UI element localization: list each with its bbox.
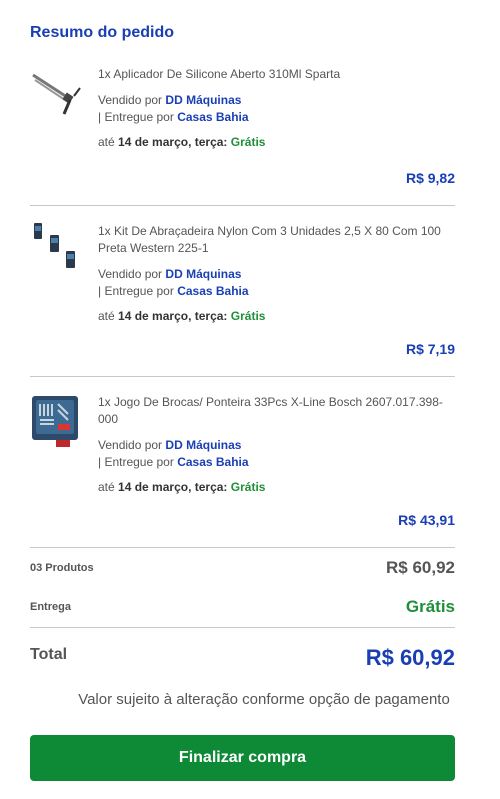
shipping-label: Entrega	[30, 601, 71, 613]
total-label: Total	[30, 646, 68, 663]
divider	[30, 205, 455, 206]
eta-line: até 14 de março, terça: Grátis	[98, 135, 266, 149]
item-price: R$ 43,91	[398, 512, 455, 528]
seller-link[interactable]: DD Máquinas	[165, 267, 241, 281]
seller-line: Vendido por DD Máquinas	[98, 438, 242, 452]
order-item: 1x Aplicador De Silicone Aberto 310Ml Sp…	[30, 66, 455, 188]
shipping-free-badge: Grátis	[230, 309, 266, 323]
shipping-free-badge: Grátis	[230, 135, 266, 149]
item-info: 1x Aplicador De Silicone Aberto 310Ml Sp…	[98, 66, 455, 151]
seller-link[interactable]: DD Máquinas	[165, 438, 241, 452]
deliverer-link[interactable]: Casas Bahia	[177, 110, 248, 124]
caulk-gun-icon	[30, 66, 84, 120]
delivery-line: | Entregue por Casas Bahia	[98, 110, 249, 124]
summary-title: Resumo do pedido	[30, 24, 174, 41]
shipping-free-badge: Grátis	[230, 480, 266, 494]
drill-bit-case-icon	[30, 394, 84, 448]
delivery-line: | Entregue por Casas Bahia	[98, 284, 249, 298]
seller-line: Vendido por DD Máquinas	[98, 93, 242, 107]
products-subtotal: R$ 60,92	[386, 558, 455, 577]
item-name: 1x Jogo De Brocas/ Ponteira 33Pcs X-Line…	[98, 395, 443, 426]
seller-link[interactable]: DD Máquinas	[165, 93, 241, 107]
eta-line: até 14 de março, terça: Grátis	[98, 480, 266, 494]
item-info: 1x Kit De Abraçadeira Nylon Com 3 Unidad…	[98, 223, 455, 325]
item-info: 1x Jogo De Brocas/ Ponteira 33Pcs X-Line…	[98, 394, 455, 496]
seller-line: Vendido por DD Máquinas	[98, 267, 242, 281]
divider	[30, 547, 455, 548]
divider	[30, 627, 455, 628]
total-value: R$ 60,92	[365, 645, 455, 670]
delivery-line: | Entregue por Casas Bahia	[98, 455, 249, 469]
item-name: 1x Kit De Abraçadeira Nylon Com 3 Unidad…	[98, 224, 441, 255]
checkout-button[interactable]: Finalizar compra	[30, 735, 455, 781]
products-count-label: 03 Produtos	[30, 562, 94, 574]
divider	[30, 376, 455, 377]
order-item: 1x Jogo De Brocas/ Ponteira 33Pcs X-Line…	[30, 394, 455, 530]
eta-line: até 14 de março, terça: Grátis	[98, 309, 266, 323]
deliverer-link[interactable]: Casas Bahia	[177, 455, 248, 469]
item-name: 1x Aplicador De Silicone Aberto 310Ml Sp…	[98, 67, 341, 81]
item-price: R$ 9,82	[405, 170, 455, 186]
deliverer-link[interactable]: Casas Bahia	[177, 284, 248, 298]
order-item: 1x Kit De Abraçadeira Nylon Com 3 Unidad…	[30, 223, 455, 359]
cable-tie-packs-icon	[30, 223, 84, 277]
shipping-value: Grátis	[405, 597, 455, 616]
item-price: R$ 7,19	[405, 341, 455, 357]
price-change-note: Valor sujeito à alteração conforme opção…	[78, 691, 450, 708]
